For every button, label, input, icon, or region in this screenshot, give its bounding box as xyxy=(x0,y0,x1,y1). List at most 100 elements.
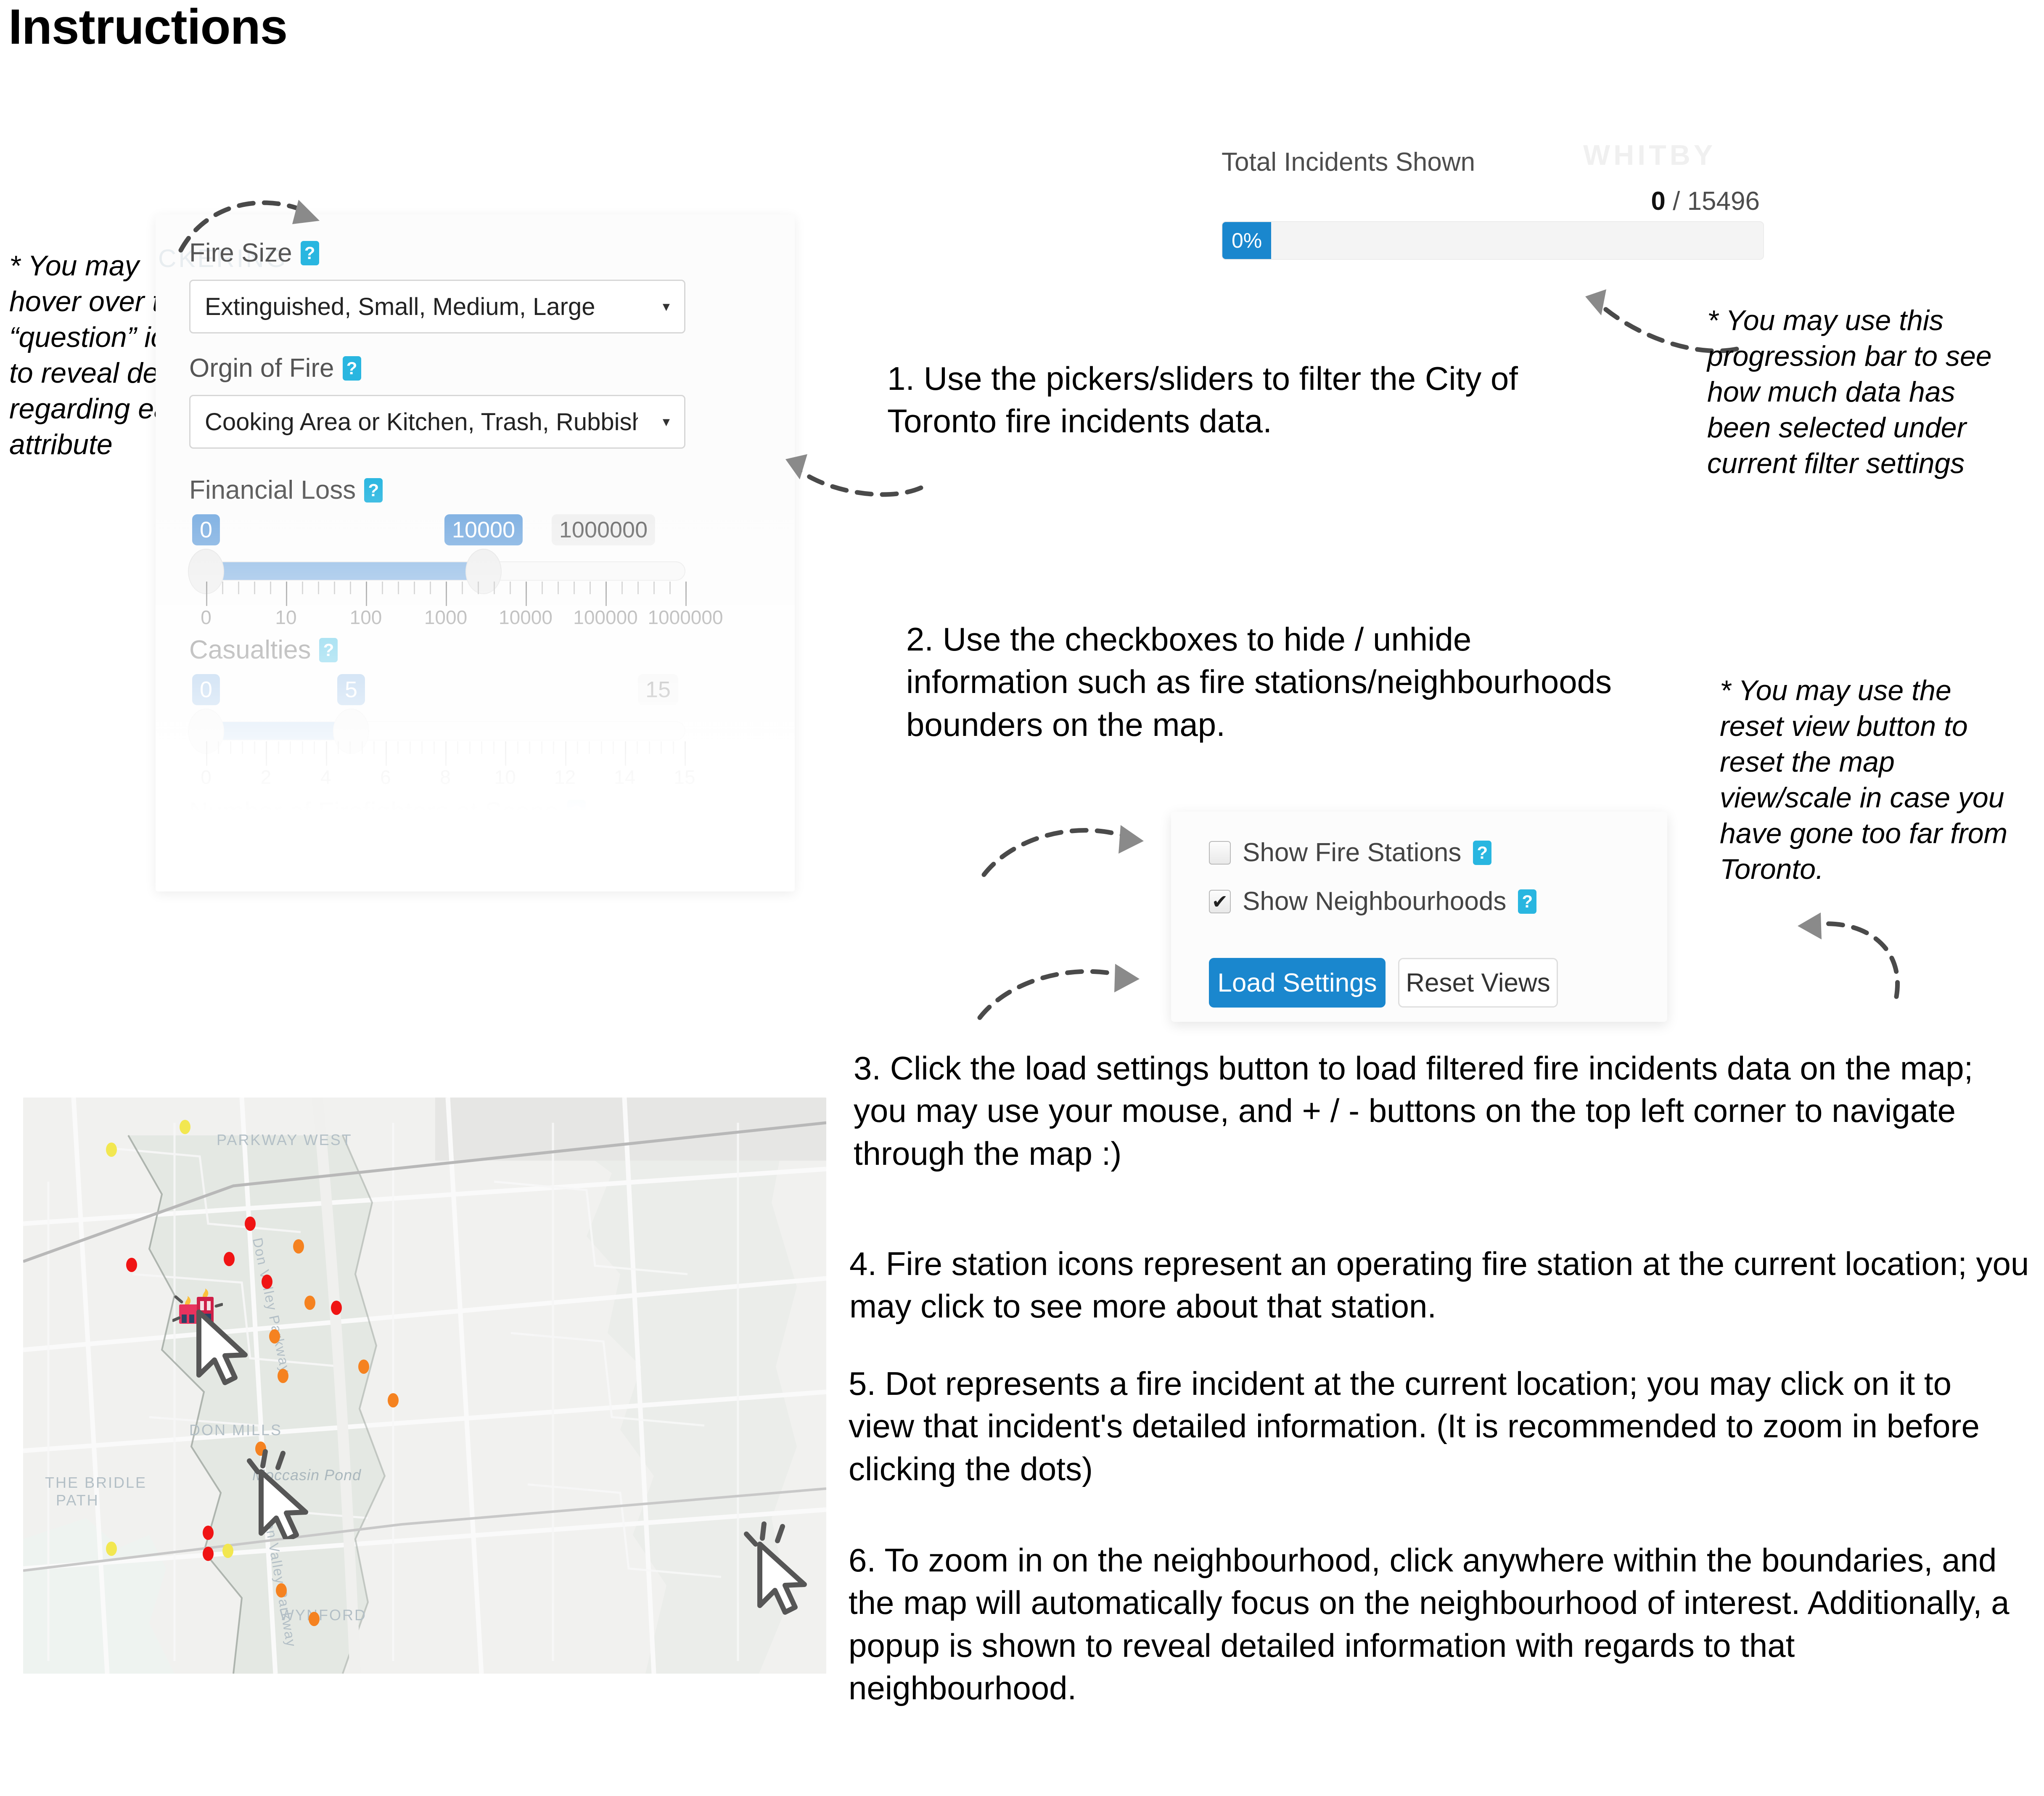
map-incident-dot[interactable] xyxy=(222,1544,233,1558)
casualties-ticks xyxy=(189,741,686,767)
financial-loss-max-bubble: 1000000 xyxy=(551,514,656,546)
load-settings-button[interactable]: Load Settings xyxy=(1209,958,1386,1008)
instruction-4-text: Fire station icons represent an operatin… xyxy=(849,1245,2029,1325)
field-origin-of-fire: Orgin of Fire ? Cooking Area or Kitchen,… xyxy=(189,353,685,449)
map-incident-dot[interactable] xyxy=(293,1239,304,1254)
axis-tick-minor xyxy=(637,741,638,754)
financial-loss-low-bubble: 0 xyxy=(192,514,220,546)
firefighters-slider[interactable]: 0 10 100 xyxy=(188,836,685,891)
options-card: Show Fire Stations ? ✔ Show Neighbourhoo… xyxy=(1171,812,1667,1022)
instruction-2-text: Use the checkboxes to hide / unhide info… xyxy=(906,621,1612,743)
axis-tick-minor xyxy=(493,741,494,754)
axis-tick-minor xyxy=(373,741,375,754)
casualties-label: Casualties xyxy=(189,635,311,664)
firefighters-label: Number of Firefighters at Scene xyxy=(189,797,559,826)
casualties-high-bubble: 5 xyxy=(337,674,365,706)
map-incident-dot[interactable] xyxy=(180,1120,190,1134)
origin-of-fire-value: Cooking Area or Kitchen, Trash, Rubbish xyxy=(205,408,638,436)
axis-tick-minor xyxy=(469,741,471,754)
casualties-axis: 0 2 4 6 8 10 12 14 15 xyxy=(189,766,695,791)
instruction-5-num: 5. xyxy=(849,1365,876,1402)
axis-tick-minor xyxy=(278,741,279,754)
help-icon[interactable]: ? xyxy=(319,637,338,662)
help-icon[interactable]: ? xyxy=(342,356,361,381)
help-icon[interactable]: ? xyxy=(1518,889,1537,914)
axis-tick-minor xyxy=(541,741,542,754)
arrow-to-checkboxes xyxy=(981,825,1144,877)
instruction-4-num: 4. xyxy=(849,1245,877,1282)
map-incident-dot[interactable] xyxy=(269,1329,280,1344)
field-firefighters: Number of Firefighters at Scene ? 0 10 1… xyxy=(188,797,685,891)
annotation-reset-view: * You may use the reset view button to r… xyxy=(1720,674,2008,885)
field-financial-loss: Financial Loss ? 0 10000 1000000 0 10 100 1… xyxy=(188,475,723,628)
axis-tick-minor xyxy=(334,582,335,594)
firefighters-label-row: Number of Firefighters at Scene ? xyxy=(189,797,685,827)
axis-tick-minor xyxy=(349,741,351,754)
map-incident-dot[interactable] xyxy=(203,1526,214,1540)
map-incident-dot[interactable] xyxy=(224,1252,235,1266)
progress-total: 15496 xyxy=(1687,187,1760,216)
axis-tick xyxy=(606,582,607,606)
axis-tick-minor xyxy=(494,582,495,594)
checkbox-show-fire-stations[interactable] xyxy=(1209,841,1231,865)
axis-tick-minor xyxy=(254,582,255,594)
axis-tick-minor xyxy=(230,741,231,754)
map-incident-dot[interactable] xyxy=(262,1275,272,1289)
casualties-slider[interactable]: 0 5 15 0 2 4 6 8 10 12 14 15 xyxy=(188,674,695,788)
axis-tick-minor xyxy=(600,741,602,754)
map-incident-dot[interactable] xyxy=(276,1583,287,1598)
map-incident-dot[interactable] xyxy=(106,1143,117,1157)
map-incident-dot[interactable] xyxy=(126,1258,137,1272)
firefighters-low-knob[interactable] xyxy=(188,870,224,891)
arrow-to-progress-bar xyxy=(1585,289,1739,353)
map-incident-dot[interactable] xyxy=(304,1296,315,1310)
axis-tick-minor xyxy=(574,582,575,594)
fire-size-select[interactable]: Extinguished, Small, Medium, Large ▾ xyxy=(189,280,685,333)
axis-tick-minor xyxy=(350,582,351,594)
arrow-to-reset-views xyxy=(1798,913,1900,999)
instruction-5: 5. Dot represents a fire incident at the… xyxy=(849,1362,2026,1490)
axis-tick-minor xyxy=(576,741,578,754)
axis-tick-minor xyxy=(409,741,411,754)
progress-current: 0 xyxy=(1651,187,1666,216)
map-incident-dot[interactable] xyxy=(331,1301,342,1315)
firefighters-low-bubble: 0 xyxy=(192,836,220,868)
checkbox-show-neighbourhoods[interactable]: ✔ xyxy=(1209,889,1231,913)
origin-of-fire-select[interactable]: Cooking Area or Kitchen, Trash, Rubbish … xyxy=(189,395,685,449)
axis-tick-label: 14 xyxy=(614,766,636,788)
casualties-label-row: Casualties ? xyxy=(189,635,685,665)
firefighters-high-knob[interactable] xyxy=(333,870,369,891)
map-incident-dot[interactable] xyxy=(106,1542,117,1556)
map-incident-dot[interactable] xyxy=(278,1369,288,1383)
axis-tick-minor xyxy=(621,582,623,594)
ghost-map-label-whitby: WHITBY xyxy=(1583,139,1716,171)
financial-loss-slider[interactable]: 0 10000 1000000 0 10 100 1000 10000 100000 100… xyxy=(188,514,723,628)
help-icon[interactable]: ? xyxy=(567,799,586,824)
map-incident-dot[interactable] xyxy=(245,1217,256,1231)
map-incident-dot[interactable] xyxy=(388,1393,399,1407)
origin-of-fire-label: Orgin of Fire xyxy=(189,354,334,383)
map-incident-dot[interactable] xyxy=(358,1360,369,1374)
help-icon[interactable]: ? xyxy=(1473,840,1492,865)
instruction-2: 2. Use the checkboxes to hide / unhide i… xyxy=(906,618,1613,746)
mouse-cursor-click-icon xyxy=(744,1521,807,1615)
casualties-fill xyxy=(206,722,351,740)
axis-tick xyxy=(624,741,626,766)
financial-loss-label-row: Financial Loss ? xyxy=(189,475,685,505)
map-incident-dot[interactable] xyxy=(203,1547,214,1561)
help-icon[interactable]: ? xyxy=(364,478,383,503)
progress-separator: / xyxy=(1673,187,1680,216)
arrow-to-load-settings xyxy=(977,964,1140,1020)
reset-views-button[interactable]: Reset Views xyxy=(1398,958,1558,1008)
option-show-neighbourhoods[interactable]: ✔ Show Neighbourhoods ? xyxy=(1209,886,1537,916)
axis-tick xyxy=(206,741,207,766)
axis-tick-label: 1000 xyxy=(424,606,468,628)
map-thumbnail[interactable]: PARKWAY WEST DON MILLS THE BRIDLE PATH M… xyxy=(23,1098,826,1674)
show-neighbourhoods-label: Show Neighbourhoods xyxy=(1243,887,1507,916)
map-incident-dot[interactable] xyxy=(309,1612,320,1626)
instruction-5-text: Dot represents a fire incident at the cu… xyxy=(849,1365,1980,1487)
axis-tick-minor xyxy=(222,582,223,594)
axis-tick-minor xyxy=(302,582,303,594)
option-show-fire-stations[interactable]: Show Fire Stations ? xyxy=(1209,838,1492,868)
axis-tick-minor xyxy=(558,582,559,594)
